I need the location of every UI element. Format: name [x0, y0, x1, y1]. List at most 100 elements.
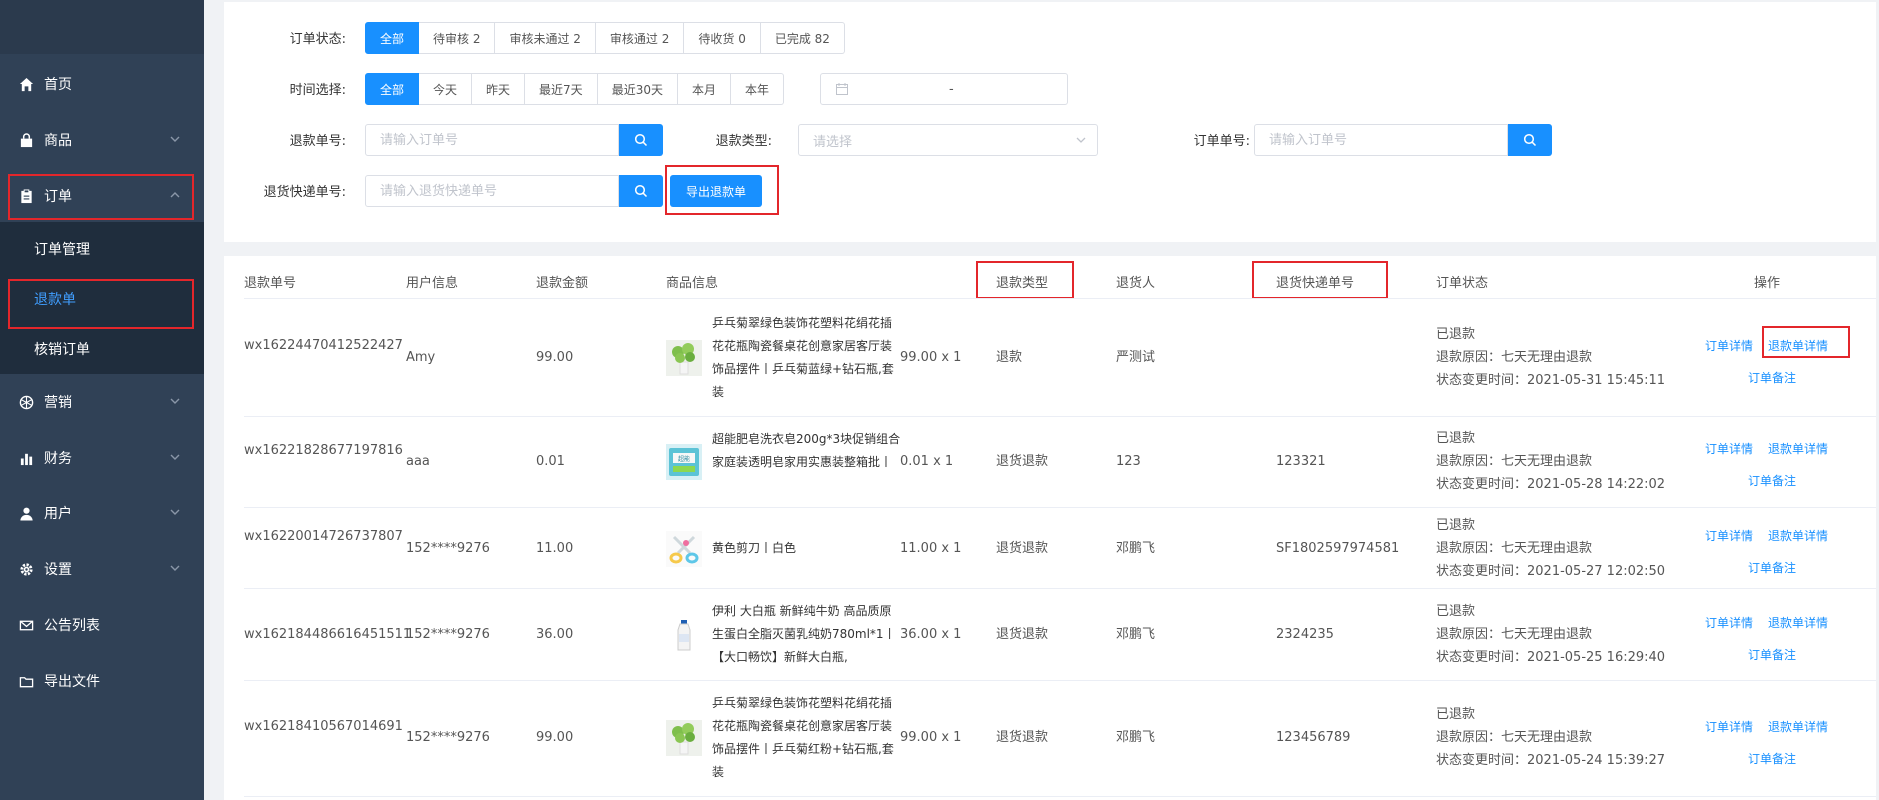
time-option-yesterday[interactable]: 昨天 — [472, 73, 526, 105]
cell-returner: 邓鹏飞 — [1116, 541, 1156, 556]
sidebar-item-label: 营销 — [44, 395, 72, 411]
order-no-search-button[interactable] — [1508, 124, 1552, 156]
refund-no-input[interactable] — [365, 124, 619, 156]
col-header-returner: 退货人 — [1116, 276, 1156, 291]
sidebar-item-label: 导出文件 — [44, 674, 100, 690]
cell-express: 2324235 — [1276, 627, 1334, 642]
refund-no-search-button[interactable] — [619, 124, 663, 156]
row-divider — [244, 680, 1876, 681]
sidebar-item-home[interactable]: 首页 — [0, 58, 204, 110]
date-range-picker[interactable]: - — [820, 73, 1068, 105]
main-panel: 订单状态: 全部 待审核 2 审核未通过 2 审核通过 2 待收货 0 已完成 … — [224, 2, 1876, 800]
cell-returner: 123 — [1116, 454, 1141, 469]
sidebar: 首页 商品 订单 订单管理 退款单 核销订单 营销 财务 用户 设置 公告列表 … — [0, 0, 204, 800]
highlight-box-refund-menu — [8, 279, 194, 329]
search-icon — [1523, 133, 1537, 147]
product-thumbnail — [666, 720, 702, 756]
cell-price-qty: 0.01 x 1 — [900, 454, 954, 469]
cell-refund-no: wx16218410567014691 — [244, 719, 403, 734]
cell-refund-no: wx16224470412522427 — [244, 338, 403, 353]
order-remark-link[interactable]: 订单备注 — [1748, 369, 1796, 386]
cell-refund-type: 退货退款 — [996, 627, 1049, 642]
cell-amount: 0.01 — [536, 454, 565, 469]
refund-detail-link[interactable]: 退款单详情 — [1768, 718, 1828, 735]
time-option-year[interactable]: 本年 — [730, 73, 784, 105]
submenu-item-verify-order[interactable]: 核销订单 — [0, 324, 204, 374]
order-detail-link[interactable]: 订单详情 — [1705, 440, 1753, 457]
cell-status-time: 状态变更时间：2021-05-28 14:22:02 — [1436, 477, 1666, 492]
sidebar-item-announcements[interactable]: 公告列表 — [0, 599, 204, 651]
return-express-label: 退货快递单号: — [263, 185, 346, 200]
user-icon — [18, 505, 34, 521]
status-option-completed[interactable]: 已完成 82 — [760, 22, 845, 54]
order-remark-link[interactable]: 订单备注 — [1748, 750, 1796, 767]
mail-icon — [18, 617, 34, 633]
status-option-pending[interactable]: 待审核 2 — [419, 22, 496, 54]
refund-detail-link[interactable]: 退款单详情 — [1768, 440, 1828, 457]
col-header-user: 用户信息 — [406, 276, 459, 291]
cell-product-title: 黄色剪刀丨白色 — [712, 541, 797, 555]
order-detail-link[interactable]: 订单详情 — [1705, 337, 1753, 354]
status-option-all[interactable]: 全部 — [365, 22, 420, 54]
refund-no-label: 退款单号: — [289, 134, 346, 149]
status-option-awaiting-receipt[interactable]: 待收货 0 — [684, 22, 761, 54]
col-header-order-status: 订单状态 — [1436, 276, 1489, 291]
cell-refund-type: 退货退款 — [996, 730, 1049, 745]
time-option-today[interactable]: 今天 — [419, 73, 473, 105]
chevron-down-icon — [170, 509, 180, 515]
highlight-box-orders-menu — [8, 174, 194, 220]
calendar-icon — [836, 83, 848, 95]
order-remark-link[interactable]: 订单备注 — [1748, 646, 1796, 663]
refund-type-placeholder: 请选择 — [813, 134, 853, 150]
submenu-item-order-manage[interactable]: 订单管理 — [0, 224, 204, 274]
order-detail-link[interactable]: 订单详情 — [1705, 718, 1753, 735]
sidebar-item-settings[interactable]: 设置 — [0, 543, 204, 595]
time-filter-group: 全部 今天 昨天 最近7天 最近30天 本月 本年 — [365, 73, 784, 105]
sidebar-item-finance[interactable]: 财务 — [0, 432, 204, 484]
highlight-box-refund-detail — [1762, 326, 1850, 358]
time-option-30days[interactable]: 最近30天 — [597, 73, 678, 105]
time-option-month[interactable]: 本月 — [677, 73, 731, 105]
return-express-search-button[interactable] — [619, 175, 663, 207]
order-remark-link[interactable]: 订单备注 — [1748, 559, 1796, 576]
date-range-separator: - — [949, 81, 954, 97]
order-remark-link[interactable]: 订单备注 — [1748, 472, 1796, 489]
cell-refund-type: 退款 — [996, 350, 1023, 365]
time-option-all[interactable]: 全部 — [365, 73, 420, 105]
col-header-product: 商品信息 — [666, 276, 719, 291]
col-header-refund-no: 退款单号 — [244, 276, 297, 291]
time-option-7days[interactable]: 最近7天 — [525, 73, 598, 105]
status-option-rejected[interactable]: 审核未通过 2 — [495, 22, 596, 54]
refund-detail-link[interactable]: 退款单详情 — [1768, 527, 1828, 544]
sidebar-item-products[interactable]: 商品 — [0, 114, 204, 166]
chevron-down-icon — [170, 398, 180, 404]
cell-amount: 36.00 — [536, 627, 574, 642]
sidebar-item-marketing[interactable]: 营销 — [0, 376, 204, 428]
sidebar-item-export-files[interactable]: 导出文件 — [0, 655, 204, 707]
refund-type-label: 退款类型: — [715, 134, 772, 149]
cell-product-title: 超能肥皂洗衣皂200g*3块促销组合家庭装透明皂家用实惠装整箱批丨 — [712, 432, 901, 469]
cell-returner: 邓鹏飞 — [1116, 627, 1156, 642]
cell-amount: 99.00 — [536, 730, 574, 745]
refund-type-select[interactable]: 请选择 — [798, 124, 1098, 156]
order-detail-link[interactable]: 订单详情 — [1705, 614, 1753, 631]
refund-detail-link[interactable]: 退款单详情 — [1768, 614, 1828, 631]
cell-status-time: 状态变更时间：2021-05-25 16:29:40 — [1436, 650, 1666, 665]
cell-product-title: 伊利 大白瓶 新鲜纯牛奶 高品质原生蛋白全脂灭菌乳纯奶780ml*1丨【大口畅饮… — [712, 604, 896, 664]
chevron-down-icon — [170, 136, 180, 142]
cell-status-time: 状态变更时间：2021-05-27 12:02:50 — [1436, 564, 1666, 579]
sidebar-item-label: 用户 — [44, 506, 72, 522]
sidebar-item-users[interactable]: 用户 — [0, 487, 204, 539]
order-detail-link[interactable]: 订单详情 — [1705, 527, 1753, 544]
cell-refund-type: 退货退款 — [996, 454, 1049, 469]
cell-refund-no: wx16220014726737807 — [244, 529, 403, 544]
cell-product-title: 乒乓菊翠绿色装饰花塑料花绢花插花花瓶陶瓷餐桌花创意家居客厅装饰品摆件丨乒乓菊红粉… — [712, 696, 894, 779]
search-icon — [634, 133, 648, 147]
cell-express: 123456789 — [1276, 730, 1351, 745]
status-option-approved[interactable]: 审核通过 2 — [595, 22, 685, 54]
col-header-actions: 操作 — [1754, 276, 1781, 291]
highlight-box-express — [1252, 261, 1388, 299]
return-express-input[interactable] — [365, 175, 619, 207]
order-no-input[interactable] — [1254, 124, 1508, 156]
bag-icon — [18, 132, 34, 148]
